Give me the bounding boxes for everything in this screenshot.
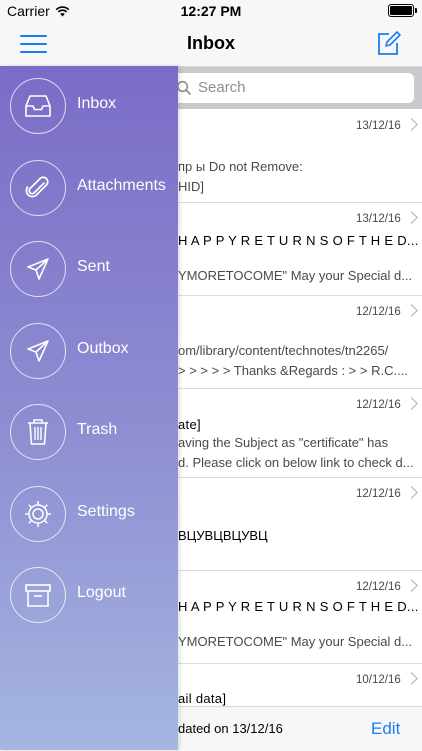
mail-subject: H A P P Y R E T U R N S O F T H E D... (178, 233, 419, 248)
updated-status: dated on 13/12/16 (178, 721, 283, 736)
chevron-right-icon (405, 118, 418, 131)
compose-icon (378, 31, 401, 55)
drawer-item-settings[interactable]: Settings (0, 482, 178, 552)
search-placeholder: Search (198, 79, 246, 96)
mail-date: 12/12/16 (356, 306, 401, 318)
drawer-item-sent[interactable]: Sent (0, 237, 178, 307)
mail-date: 12/12/16 (356, 581, 401, 593)
battery-icon (388, 4, 417, 17)
archive-box-icon (10, 567, 66, 623)
drawer-label: Outbox (77, 340, 129, 357)
drawer-item-logout[interactable]: Logout (0, 563, 178, 633)
drawer-item-outbox[interactable]: Outbox (0, 319, 178, 389)
mail-date: 13/12/16 (356, 213, 401, 225)
mail-date: 12/12/16 (356, 488, 401, 500)
edit-button[interactable]: Edit (371, 719, 400, 739)
drawer-label: Logout (77, 584, 126, 601)
chevron-right-icon (405, 211, 418, 224)
search-input[interactable]: Search (172, 73, 414, 103)
mail-preview: пр ы Do not Remove: (178, 159, 303, 174)
mail-subject: H A P P Y R E T U R N S O F T H E D... (178, 599, 419, 614)
mail-preview: HID] (178, 179, 204, 194)
mail-preview: aving the Subject as "certificate" has (178, 435, 389, 450)
drawer-item-trash[interactable]: Trash (0, 400, 178, 470)
chevron-right-icon (405, 304, 418, 317)
trash-icon (10, 404, 66, 460)
chevron-right-icon (405, 397, 418, 410)
mail-preview: om/library/content/technotes/tn2265/ (178, 343, 389, 358)
paper-plane-icon (10, 241, 66, 297)
mail-date: 10/12/16 (356, 674, 401, 686)
mail-subject: ate] (178, 417, 201, 432)
mail-date: 12/12/16 (356, 399, 401, 411)
drawer-label: Trash (77, 421, 118, 438)
status-time: 12:27 PM (180, 3, 242, 19)
status-right (388, 4, 417, 17)
page-title: Inbox (187, 33, 235, 53)
inbox-icon (10, 78, 66, 134)
mail-preview: YMORETOCOME" May your Special d... (178, 268, 413, 283)
gear-icon (10, 486, 66, 542)
paperclip-icon (10, 160, 66, 216)
drawer-label: Attachments (77, 177, 166, 194)
chevron-right-icon (405, 579, 418, 592)
side-drawer: Inbox Attachments Sent Outbox Trash Sett… (0, 66, 178, 750)
paper-plane-icon (10, 323, 66, 379)
compose-button[interactable] (376, 30, 402, 56)
drawer-item-attachments[interactable]: Attachments (0, 156, 178, 226)
mail-date: 13/12/16 (356, 120, 401, 132)
mail-subject: ail data] (178, 691, 227, 706)
search-icon (176, 80, 191, 95)
drawer-item-inbox[interactable]: Inbox (0, 74, 178, 144)
chevron-right-icon (405, 486, 418, 499)
mail-preview: ВЦУВЦВЦУВЦ (178, 528, 268, 543)
status-bar: Carrier 12:27 PM (0, 0, 422, 22)
nav-bar: Inbox (0, 22, 422, 67)
drawer-label: Sent (77, 258, 110, 275)
chevron-right-icon (405, 672, 418, 685)
mail-preview: YMORETOCOME" May your Special d... (178, 634, 413, 649)
drawer-label: Settings (77, 503, 135, 520)
drawer-label: Inbox (77, 95, 117, 112)
mail-preview: > > > > > Thanks &Regards : > > R.C.... (178, 363, 408, 378)
mail-preview: d. Please click on below link to check d… (178, 455, 414, 470)
search-bar: Search (172, 67, 422, 109)
